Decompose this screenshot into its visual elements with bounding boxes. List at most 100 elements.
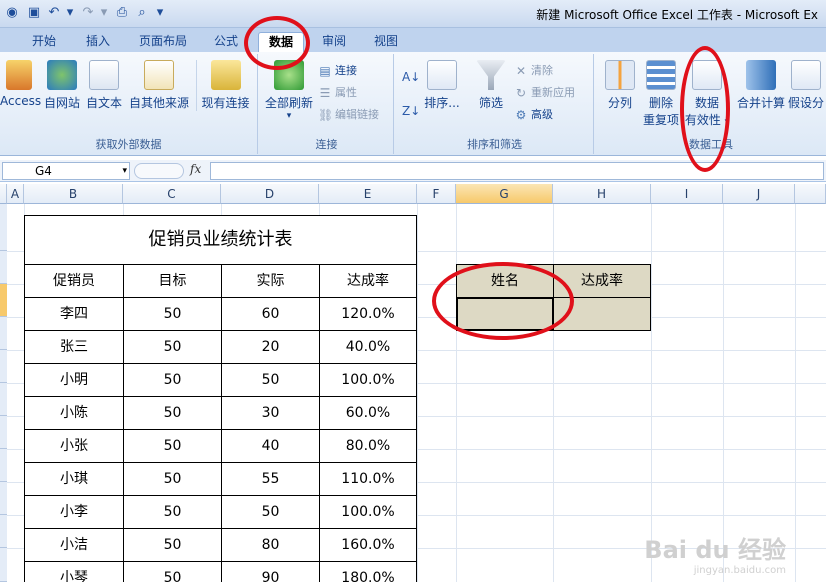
refresh-dropdown-icon[interactable]: ▾ xyxy=(262,111,316,121)
header-salesperson[interactable]: 促销员 xyxy=(24,264,124,298)
data-validation-dropdown-icon[interactable]: ▾ xyxy=(725,117,730,127)
lookup-rate-header[interactable]: 达成率 xyxy=(553,264,651,298)
cell-achievement-rate[interactable]: 100.0% xyxy=(319,495,417,529)
column-header-h[interactable]: H xyxy=(553,184,651,204)
select-all-corner[interactable] xyxy=(0,184,7,204)
tab-insert[interactable]: 插入 xyxy=(78,32,118,52)
save-icon[interactable]: ▣ xyxy=(26,5,42,21)
table-title[interactable]: 促销员业绩统计表 xyxy=(24,215,417,265)
clear-filter-button[interactable]: ✕ 清除 xyxy=(514,62,553,78)
row-header[interactable] xyxy=(0,515,7,548)
tab-view[interactable]: 视图 xyxy=(366,32,406,52)
from-web-button[interactable]: 自网站 xyxy=(42,60,82,111)
name-box[interactable]: G4 ▾ xyxy=(2,162,130,180)
row-header[interactable] xyxy=(0,204,7,251)
header-achievement-rate[interactable]: 达成率 xyxy=(319,264,417,298)
tab-home[interactable]: 开始 xyxy=(24,32,64,52)
cell-salesperson[interactable]: 小张 xyxy=(24,429,124,463)
lookup-name-header[interactable]: 姓名 xyxy=(456,264,554,298)
cell-target[interactable]: 50 xyxy=(123,363,222,397)
sort-ascending-button[interactable]: A↓ xyxy=(402,70,420,84)
row-header[interactable] xyxy=(0,284,7,317)
from-access-button[interactable]: Access xyxy=(0,60,41,108)
cell-achievement-rate[interactable]: 180.0% xyxy=(319,561,417,582)
undo-dropdown-icon[interactable]: ▾ xyxy=(62,5,78,21)
cell-achievement-rate[interactable]: 160.0% xyxy=(319,528,417,562)
tab-data[interactable]: 数据 xyxy=(258,32,304,52)
cell-target[interactable]: 50 xyxy=(123,495,222,529)
column-header-d[interactable]: D xyxy=(221,184,319,204)
edit-links-button[interactable]: ⛓ 编辑链接 xyxy=(318,106,379,122)
column-header-e[interactable]: E xyxy=(319,184,417,204)
advanced-filter-button[interactable]: ⚙ 高级 xyxy=(514,106,553,122)
worksheet-grid[interactable]: A B C D E F G H I J 促销员业绩统计表 促销员 目标 实际 达… xyxy=(0,184,826,582)
row-header[interactable] xyxy=(0,251,7,284)
column-header-a[interactable]: A xyxy=(7,184,24,204)
office-button-icon[interactable]: ◉ xyxy=(4,5,20,21)
header-target[interactable]: 目标 xyxy=(123,264,222,298)
row-header[interactable] xyxy=(0,449,7,482)
lookup-name-input-cell[interactable] xyxy=(456,297,554,331)
column-header-g[interactable]: G xyxy=(456,184,553,204)
cell-target[interactable]: 50 xyxy=(123,561,222,582)
text-to-columns-button[interactable]: 分列 xyxy=(600,60,640,111)
cell-salesperson[interactable]: 小琪 xyxy=(24,462,124,496)
column-header-b[interactable]: B xyxy=(24,184,123,204)
cell-salesperson[interactable]: 小明 xyxy=(24,363,124,397)
cell-actual[interactable]: 50 xyxy=(221,495,320,529)
existing-connections-button[interactable]: 现有连接 xyxy=(196,60,254,111)
cell-actual[interactable]: 50 xyxy=(221,363,320,397)
from-other-sources-button[interactable]: 自其他来源 xyxy=(126,60,192,111)
print-preview-icon[interactable]: ⌕ xyxy=(134,5,150,21)
cell-salesperson[interactable]: 张三 xyxy=(24,330,124,364)
row-header[interactable] xyxy=(0,383,7,416)
cell-target[interactable]: 50 xyxy=(123,429,222,463)
filter-button[interactable]: 筛选 xyxy=(474,60,508,111)
qat-customize-icon[interactable]: ▾ xyxy=(152,5,168,21)
cell-achievement-rate[interactable]: 80.0% xyxy=(319,429,417,463)
name-box-dropdown-icon[interactable]: ▾ xyxy=(122,163,127,179)
cell-actual[interactable]: 80 xyxy=(221,528,320,562)
redo-dropdown-icon[interactable]: ▾ xyxy=(96,5,112,21)
lookup-rate-output-cell[interactable] xyxy=(553,297,651,331)
cell-target[interactable]: 50 xyxy=(123,528,222,562)
remove-duplicates-button[interactable]: 删除 重复项 xyxy=(640,60,682,128)
formula-input[interactable] xyxy=(210,162,824,180)
column-header-f[interactable]: F xyxy=(417,184,456,204)
cell-target[interactable]: 50 xyxy=(123,396,222,430)
row-header[interactable] xyxy=(0,482,7,515)
cell-target[interactable]: 50 xyxy=(123,297,222,331)
row-header[interactable] xyxy=(0,350,7,383)
connections-button[interactable]: ▤ 连接 xyxy=(318,62,357,78)
formula-bar-grip[interactable] xyxy=(134,163,184,179)
cell-salesperson[interactable]: 小李 xyxy=(24,495,124,529)
cell-actual[interactable]: 55 xyxy=(221,462,320,496)
column-header-c[interactable]: C xyxy=(123,184,221,204)
header-actual[interactable]: 实际 xyxy=(221,264,320,298)
column-header-j[interactable]: J xyxy=(723,184,795,204)
cell-salesperson[interactable]: 李四 xyxy=(24,297,124,331)
row-header[interactable] xyxy=(0,317,7,350)
column-header-i[interactable]: I xyxy=(651,184,723,204)
from-text-button[interactable]: 自文本 xyxy=(84,60,124,111)
what-if-analysis-button[interactable]: 假设分 xyxy=(786,60,826,111)
insert-function-icon[interactable]: fx xyxy=(190,162,201,176)
cell-actual[interactable]: 20 xyxy=(221,330,320,364)
properties-button[interactable]: ☰ 属性 xyxy=(318,84,357,100)
data-validation-button[interactable]: 数据 有效性 ▾ xyxy=(684,60,730,128)
tab-review[interactable]: 审阅 xyxy=(314,32,354,52)
tab-page-layout[interactable]: 页面布局 xyxy=(132,32,194,52)
print-icon[interactable]: ⎙ xyxy=(114,5,130,21)
refresh-all-button[interactable]: 全部刷新 ▾ xyxy=(262,60,316,121)
cell-actual[interactable]: 90 xyxy=(221,561,320,582)
cell-achievement-rate[interactable]: 100.0% xyxy=(319,363,417,397)
cell-achievement-rate[interactable]: 60.0% xyxy=(319,396,417,430)
redo-icon[interactable]: ↷ xyxy=(80,5,96,21)
column-header-k[interactable] xyxy=(795,184,826,204)
row-header[interactable] xyxy=(0,548,7,582)
cell-actual[interactable]: 40 xyxy=(221,429,320,463)
cell-actual[interactable]: 30 xyxy=(221,396,320,430)
cell-salesperson[interactable]: 小洁 xyxy=(24,528,124,562)
cell-target[interactable]: 50 xyxy=(123,330,222,364)
cell-salesperson[interactable]: 小琴 xyxy=(24,561,124,582)
